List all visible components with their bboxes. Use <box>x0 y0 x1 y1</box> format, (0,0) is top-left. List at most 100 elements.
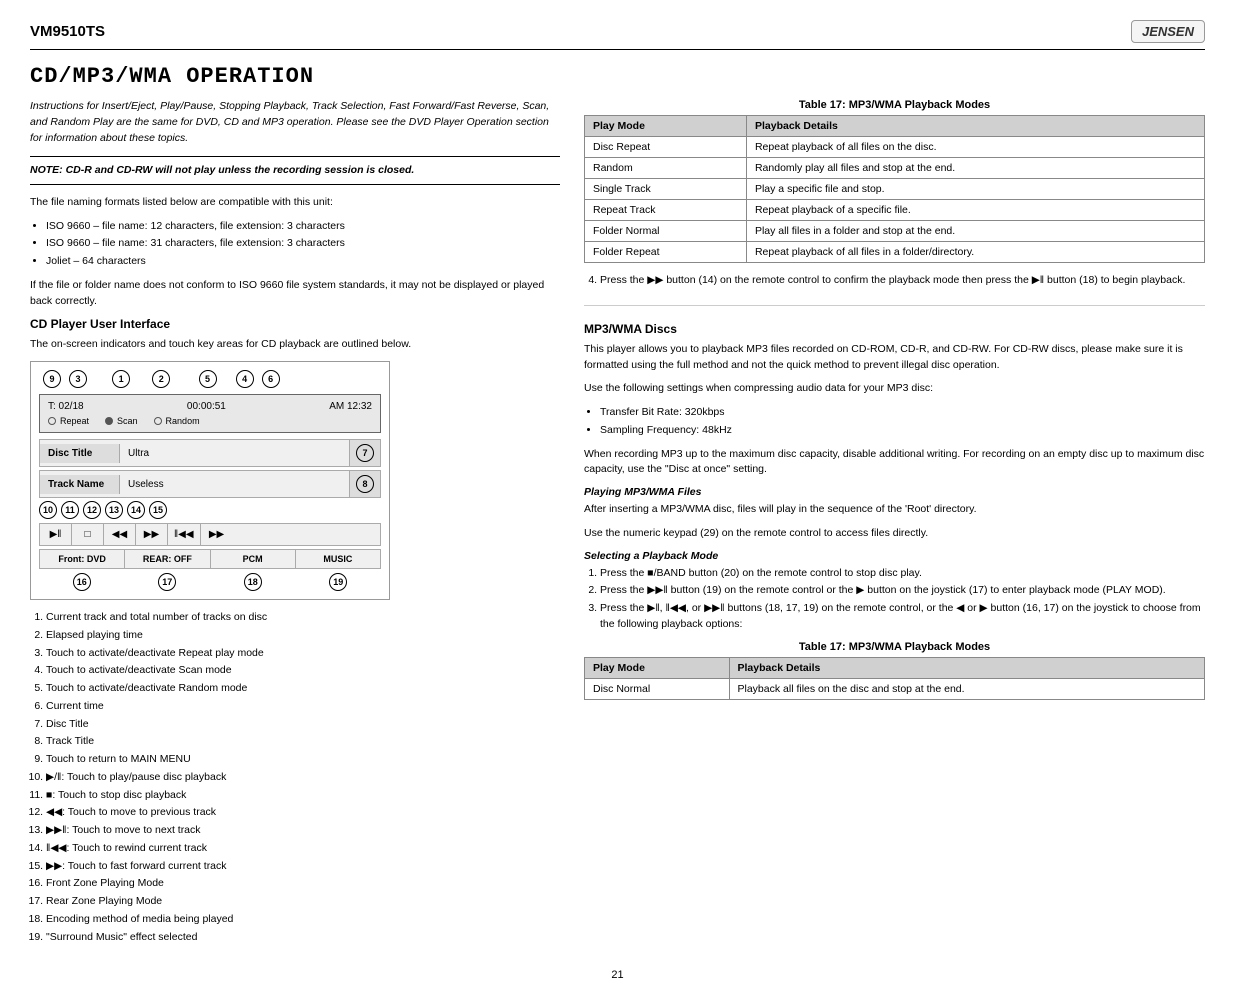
right-step-4: Press the ▶▶ button (14) on the remote c… <box>600 273 1205 289</box>
disc-title-value: Ultra <box>120 444 349 463</box>
model-name: VM9510TS <box>30 23 105 40</box>
elapsed-time: 00:00:51 <box>187 401 226 412</box>
ctrl-num-15: 15 <box>149 501 167 519</box>
numbered-item-16: Front Zone Playing Mode <box>46 876 560 892</box>
numbered-item-18: Encoding method of media being played <box>46 912 560 928</box>
repeat-radio: Repeat <box>48 416 89 426</box>
diagram-num-1: 1 <box>112 370 130 388</box>
numbered-item-15: ▶▶: Touch to fast forward current track <box>46 859 560 875</box>
numbered-item-9: Touch to return to MAIN MENU <box>46 752 560 768</box>
note-box: NOTE: CD-R and CD-RW will not play unles… <box>30 156 560 185</box>
track-name-num: 8 <box>349 471 380 497</box>
mp3-bullet-item: Sampling Frequency: 48kHz <box>600 423 1205 439</box>
select-steps-list: Press the ■/BAND button (20) on the remo… <box>600 566 1205 633</box>
body-text-3: The on-screen indicators and touch key a… <box>30 337 560 353</box>
numbered-item-7: Disc Title <box>46 717 560 733</box>
select-subheading: Selecting a Playback Mode <box>584 550 1205 562</box>
numbered-item-13: ▶▶‖: Touch to move to next track <box>46 823 560 839</box>
right-column: Table 17: MP3/WMA Playback Modes Play Mo… <box>584 99 1205 953</box>
scan-dot <box>105 417 113 425</box>
numbered-item-10: ▶/‖: Touch to play/pause disc playback <box>46 770 560 786</box>
scan-radio: Scan <box>105 416 138 426</box>
numbered-item-4: Touch to activate/deactivate Scan mode <box>46 663 560 679</box>
random-label: Random <box>166 416 200 426</box>
right-playback-table: Play Mode Playback Details Disc RepeatRe… <box>584 115 1205 263</box>
ctrl-num-12: 12 <box>83 501 101 519</box>
right-table-body: Disc RepeatRepeat playback of all files … <box>585 137 1205 263</box>
status-music: MUSIC <box>296 550 380 568</box>
mp3-body3: When recording MP3 up to the maximum dis… <box>584 447 1205 479</box>
diagram-num-4: 4 <box>236 370 254 388</box>
repeat-dot <box>48 417 56 425</box>
numbered-item-5: Touch to activate/deactivate Random mode <box>46 681 560 697</box>
right-table-title: Table 17: MP3/WMA Playback Modes <box>584 99 1205 111</box>
main-numbered-list: Current track and total number of tracks… <box>46 610 560 945</box>
screen-area: T: 02/18 00:00:51 AM 12:32 Repeat Scan <box>39 394 381 433</box>
table1: Play Mode Playback Details Disc NormalPl… <box>584 657 1205 700</box>
numbered-item-6: Current time <box>46 699 560 715</box>
ctrl-stop[interactable]: □ <box>72 524 104 545</box>
bullet-item: ISO 9660 – file name: 12 characters, fil… <box>46 219 560 235</box>
playing-subheading: Playing MP3/WMA Files <box>584 486 1205 498</box>
ctrl-rew[interactable]: ‖◀◀ <box>168 524 201 545</box>
right-step-list: Press the ▶▶ button (14) on the remote c… <box>600 273 1205 289</box>
select-step-1: Press the ■/BAND button (20) on the remo… <box>600 566 1205 582</box>
main-layout: Instructions for Insert/Eject, Play/Paus… <box>30 99 1205 953</box>
diagram-num-6: 6 <box>262 370 280 388</box>
disc-title-row: Disc Title Ultra 7 <box>39 439 381 467</box>
ctrl-prev[interactable]: ◀◀ <box>104 524 136 545</box>
body-text-2: If the file or folder name does not conf… <box>30 278 560 310</box>
page-header: VM9510TS JENSEN <box>30 20 1205 50</box>
controls-row: ▶‖ □ ◀◀ ▶▶ ‖◀◀ ▶▶ <box>39 523 381 546</box>
random-radio: Random <box>154 416 200 426</box>
diagram-num-5: 5 <box>199 370 217 388</box>
numbered-item-14: ‖◀◀: Touch to rewind current track <box>46 841 560 857</box>
intro-text: Instructions for Insert/Eject, Play/Paus… <box>30 99 560 146</box>
bullets-list-1: ISO 9660 – file name: 12 characters, fil… <box>46 219 560 270</box>
numbered-item-17: Rear Zone Playing Mode <box>46 894 560 910</box>
table1-header-mode: Play Mode <box>585 657 730 678</box>
numbered-item-12: ◀◀: Touch to move to previous track <box>46 805 560 821</box>
table-row: RandomRandomly play all files and stop a… <box>585 158 1205 179</box>
status-pcm: PCM <box>211 550 296 568</box>
page-number: 21 <box>30 969 1205 981</box>
clock-time: AM 12:32 <box>329 401 372 412</box>
mp3-bullets: Transfer Bit Rate: 320kbps Sampling Frequ… <box>600 405 1205 439</box>
disc-title-num: 7 <box>349 440 380 466</box>
subheading-cd-player: CD Player User Interface <box>30 317 560 331</box>
track-time: T: 02/18 <box>48 401 84 412</box>
ctrl-num-13: 13 <box>105 501 123 519</box>
mp3-body1: This player allows you to playback MP3 f… <box>584 342 1205 374</box>
track-name-row: Track Name Useless 8 <box>39 470 381 498</box>
cd-player-diagram: 9 3 1 2 5 4 6 T: 02/18 00:00:51 AM 12:32 <box>30 361 390 600</box>
bottom-num-19: 19 <box>329 573 347 591</box>
table-row: Folder NormalPlay all files in a folder … <box>585 221 1205 242</box>
table1-header-details: Playback Details <box>729 657 1205 678</box>
playing-body1: After inserting a MP3/WMA disc, files wi… <box>584 502 1205 518</box>
ctrl-play-pause[interactable]: ▶‖ <box>40 524 72 545</box>
numbered-item-19: "Surround Music" effect selected <box>46 930 560 946</box>
table1-body: Disc NormalPlayback all files on the dis… <box>585 678 1205 699</box>
status-front: Front: DVD <box>40 550 125 568</box>
ctrl-fwd[interactable]: ▶▶ <box>201 524 233 545</box>
track-name-circle: 8 <box>356 475 374 493</box>
ctrl-next[interactable]: ▶▶ <box>136 524 168 545</box>
mp3-body2: Use the following settings when compress… <box>584 381 1205 397</box>
numbered-item-3: Touch to activate/deactivate Repeat play… <box>46 646 560 662</box>
scan-label: Scan <box>117 416 138 426</box>
random-dot <box>154 417 162 425</box>
table1-title: Table 17: MP3/WMA Playback Modes <box>584 641 1205 653</box>
jensen-logo: JENSEN <box>1131 20 1205 43</box>
table-row: Disc RepeatRepeat playback of all files … <box>585 137 1205 158</box>
bottom-num-16: 16 <box>73 573 91 591</box>
ctrl-num-10: 10 <box>39 501 57 519</box>
status-rear: REAR: OFF <box>125 550 210 568</box>
numbered-item-1: Current track and total number of tracks… <box>46 610 560 626</box>
screen-row1: T: 02/18 00:00:51 AM 12:32 <box>48 401 372 412</box>
mp3-bullet-item: Transfer Bit Rate: 320kbps <box>600 405 1205 421</box>
track-name-label: Track Name <box>40 475 120 494</box>
mp3-subheading: MP3/WMA Discs <box>584 322 1205 336</box>
select-step-2: Press the ▶▶‖ button (19) on the remote … <box>600 583 1205 599</box>
diagram-num-9: 9 <box>43 370 61 388</box>
bottom-num-18: 18 <box>244 573 262 591</box>
